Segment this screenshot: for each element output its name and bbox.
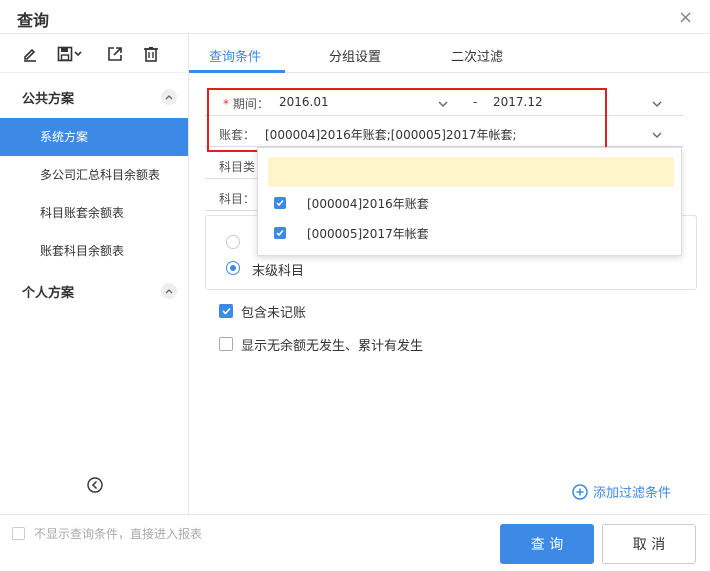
cancel-button[interactable]: 取 消 [602, 524, 696, 564]
dropdown-item[interactable]: [000005]2017年帐套 [258, 218, 683, 248]
tab-group-settings[interactable]: 分组设置 [329, 46, 381, 65]
chevron-down-icon[interactable] [652, 128, 662, 138]
dropdown-search-input[interactable] [268, 157, 674, 187]
save-icon[interactable] [57, 43, 83, 65]
add-circle-icon [572, 483, 588, 500]
chevron-up-icon[interactable] [161, 283, 177, 299]
public-plans-header[interactable]: 公共方案 [0, 76, 189, 118]
edit-icon[interactable] [22, 43, 38, 65]
show-no-balance-checkbox[interactable] [219, 337, 233, 351]
delete-icon[interactable] [143, 43, 159, 65]
period-row: * 期间： 2016.01 - 2017.12 [205, 88, 683, 116]
dropdown-item-label: [000004]2016年账套 [307, 196, 429, 211]
export-icon[interactable] [107, 43, 123, 65]
subject-label: 科目： [219, 192, 256, 206]
ledger-multiselect-input[interactable]: [000004]2016年账套;[000005]2017年帐套; [265, 126, 517, 143]
dialog-footer: 不显示查询条件，直接进入报表 查 询 取 消 [0, 514, 710, 571]
subject-type-row: 科目类 [205, 151, 265, 179]
sidebar: 公共方案 系统方案 多公司汇总科目余额表 科目账套余额表 账套科目余额表 个人方… [0, 34, 189, 514]
active-tab-indicator [189, 70, 285, 73]
sidebar-item-multi-company[interactable]: 多公司汇总科目余额表 [0, 156, 188, 194]
tab-secondary-filter[interactable]: 二次过滤 [451, 46, 503, 65]
chevron-down-icon[interactable] [438, 97, 448, 107]
collapse-sidebar-icon[interactable] [87, 477, 103, 493]
chevron-up-icon[interactable] [161, 89, 177, 105]
checkbox-checked-icon[interactable] [274, 227, 286, 239]
tab-query-conditions[interactable]: 查询条件 [209, 46, 261, 65]
sidebar-item-system-plan[interactable]: 系统方案 [0, 118, 188, 156]
dropdown-item[interactable]: [000004]2016年账套 [258, 188, 683, 218]
period-dash: - [473, 95, 478, 109]
public-plans-label: 公共方案 [22, 91, 75, 107]
personal-plans-label: 个人方案 [22, 285, 75, 301]
include-unposted-label: 包含未记账 [241, 306, 307, 321]
add-filter-button[interactable]: 添加过滤条件 [572, 482, 671, 501]
query-button[interactable]: 查 询 [500, 524, 594, 564]
leaf-subject-radio[interactable] [226, 261, 240, 275]
period-end-select[interactable]: 2017.12 [493, 95, 543, 109]
period-start-select[interactable]: 2016.01 [279, 95, 329, 109]
tab-bar: 查询条件 分组设置 二次过滤 [189, 34, 710, 73]
skip-conditions-checkbox[interactable] [12, 527, 25, 540]
checkbox-checked-icon[interactable] [274, 197, 286, 209]
close-icon[interactable]: × [678, 7, 693, 28]
include-unposted-checkbox[interactable] [219, 304, 233, 318]
chevron-down-icon[interactable] [652, 97, 662, 107]
personal-plans-header[interactable]: 个人方案 [0, 270, 189, 312]
add-filter-label: 添加过滤条件 [593, 486, 672, 501]
sidebar-toolbar [0, 34, 189, 73]
sidebar-item-ledger-subject[interactable]: 账套科目余额表 [0, 232, 188, 270]
leaf-subject-label: 末级科目 [252, 264, 305, 279]
show-no-balance-label: 显示无余额无发生、累计有发生 [241, 339, 424, 354]
subject-type-label: 科目类 [219, 160, 256, 174]
subject-row: 科目： [205, 183, 265, 211]
level-radio-hidden[interactable] [226, 235, 240, 249]
dialog-titlebar: 查询 × [0, 0, 710, 34]
dropdown-item-label: [000005]2017年帐套 [307, 226, 429, 241]
period-label: * 期间： [223, 97, 269, 111]
ledger-row: 账套： [000004]2016年账套;[000005]2017年帐套; [205, 119, 683, 147]
ledger-label: 账套： [219, 128, 256, 142]
ledger-dropdown: [000004]2016年账套 [000005]2017年帐套 [257, 147, 682, 256]
dialog-title: 查询 [17, 11, 50, 30]
sidebar-item-subject-ledger[interactable]: 科目账套余额表 [0, 194, 188, 232]
query-dialog: 查询 × 公共方案 系统方案 多公司汇总科目余额表 科目账套余额表 账套科目余额… [0, 0, 710, 571]
skip-conditions-label: 不显示查询条件，直接进入报表 [34, 527, 203, 541]
